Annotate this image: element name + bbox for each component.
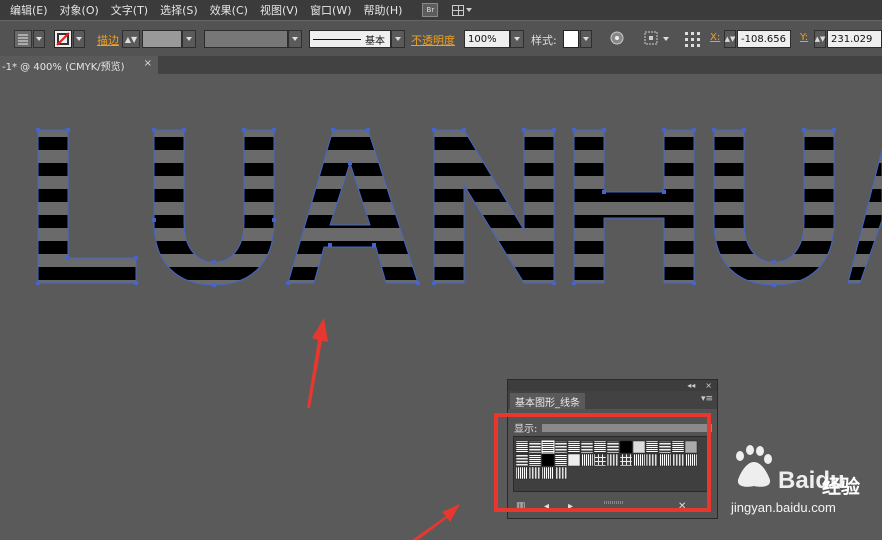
control-bar: 描边 ▲▼ 基本 不透明度 100% 样式: X: ▲▼ -108.656 Y:… xyxy=(0,20,882,58)
reference-point-button[interactable] xyxy=(683,30,703,48)
watermark-url: jingyan.baidu.com xyxy=(730,500,836,515)
artwork-text[interactable] xyxy=(37,129,882,286)
reference-point-icon xyxy=(685,32,700,47)
swatch-library-panel: ◂◂ × 基本图形_线条 ▾≡ 显示: ▥ ◂ ▸ ✕ xyxy=(507,379,718,519)
stroke-dropdown[interactable] xyxy=(73,30,85,48)
align-icon xyxy=(644,31,658,45)
stroke-weight-field[interactable] xyxy=(142,30,182,48)
next-library-icon[interactable]: ▸ xyxy=(568,501,573,512)
panel-footer: ▥ ◂ ▸ ✕ xyxy=(508,496,717,518)
style-label: 样式: xyxy=(531,34,557,47)
panel-header: ◂◂ × xyxy=(508,380,717,391)
stroke-label[interactable]: 描边 xyxy=(97,32,119,48)
annotation-arrow-diagonal xyxy=(412,504,460,540)
x-field[interactable]: -108.656 xyxy=(737,30,791,48)
recolor-artwork-button[interactable] xyxy=(609,30,625,48)
fill-swatch[interactable] xyxy=(14,30,32,48)
brush-definition-dropdown[interactable] xyxy=(391,30,405,48)
y-field[interactable]: 231.029 xyxy=(827,30,882,48)
watermark-subtitle: 经验 xyxy=(822,476,861,498)
recolor-icon xyxy=(610,31,624,45)
x-stepper[interactable]: ▲▼ xyxy=(724,30,736,48)
graphic-style-swatch[interactable] xyxy=(563,30,579,48)
opacity-label[interactable]: 不透明度 xyxy=(411,32,455,48)
opacity-field[interactable]: 100% xyxy=(464,30,510,48)
align-dropdown[interactable] xyxy=(660,30,672,48)
swatch-grid[interactable] xyxy=(513,436,710,492)
no-stroke-icon xyxy=(56,32,70,46)
panel-tab-row: 基本图形_线条 ▾≡ xyxy=(508,391,717,409)
brush-definition-value: 基本 xyxy=(365,35,385,47)
panel-menu-icon[interactable]: ▾≡ xyxy=(701,394,713,404)
stroke-weight-dropdown[interactable] xyxy=(182,30,196,48)
variable-width-field[interactable] xyxy=(204,30,288,48)
stroke-swatch[interactable] xyxy=(54,30,72,48)
menu-object[interactable]: 对象(O) xyxy=(54,2,105,18)
pattern-swatches xyxy=(515,440,698,480)
collapse-panel-icon[interactable]: ◂◂ xyxy=(687,381,695,390)
brush-line-icon xyxy=(313,38,361,40)
annotation-arrow-up xyxy=(307,318,328,408)
y-label[interactable]: Y: xyxy=(800,32,808,43)
panel-tab[interactable]: 基本图形_线条 xyxy=(510,393,585,409)
close-panel-icon[interactable]: × xyxy=(705,381,712,390)
delete-swatch-icon[interactable]: ✕ xyxy=(678,501,686,512)
brush-definition-field[interactable]: 基本 xyxy=(309,30,391,48)
baidu-watermark: Baidu jingyan.baidu.com 经验 xyxy=(728,444,878,520)
document-tab-bar: -1* @ 400% (CMYK/预览) × xyxy=(0,56,882,74)
menu-bar: 编辑(E) 对象(O) 文字(T) 选择(S) 效果(C) 视图(V) 窗口(W… xyxy=(0,0,882,20)
menu-window[interactable]: 窗口(W) xyxy=(304,2,357,18)
menu-type[interactable]: 文字(T) xyxy=(105,2,154,18)
swatch-libraries-menu-icon[interactable]: ▥ xyxy=(516,501,525,512)
y-stepper[interactable]: ▲▼ xyxy=(814,30,826,48)
letter-l xyxy=(37,129,137,284)
close-tab-icon[interactable]: × xyxy=(144,58,152,69)
document-tab-title: -1* @ 400% (CMYK/预览) xyxy=(2,61,125,73)
graphic-style-dropdown[interactable] xyxy=(580,30,592,48)
menu-select[interactable]: 选择(S) xyxy=(154,2,204,18)
menu-view[interactable]: 视图(V) xyxy=(254,2,304,18)
arrange-documents-icon[interactable] xyxy=(452,4,473,16)
bridge-icon[interactable]: Br xyxy=(422,3,439,17)
stroke-weight-stepper[interactable]: ▲▼ xyxy=(122,30,140,48)
align-selection-button[interactable] xyxy=(643,30,659,48)
fill-dropdown[interactable] xyxy=(33,30,45,48)
panel-resize-grip[interactable] xyxy=(604,501,624,504)
opacity-dropdown[interactable] xyxy=(510,30,524,48)
letter-a-2 xyxy=(847,149,882,284)
show-label: 显示: xyxy=(514,424,538,435)
letter-a xyxy=(287,129,419,284)
menu-edit[interactable]: 编辑(E) xyxy=(0,2,54,18)
letter-n xyxy=(433,129,555,284)
show-filter-field[interactable] xyxy=(542,424,712,432)
x-label[interactable]: X: xyxy=(710,32,720,43)
document-tab[interactable]: -1* @ 400% (CMYK/预览) × xyxy=(0,56,158,74)
variable-width-dropdown[interactable] xyxy=(288,30,302,48)
previous-library-icon[interactable]: ◂ xyxy=(544,501,549,512)
menu-effect[interactable]: 效果(C) xyxy=(204,2,254,18)
menu-help[interactable]: 帮助(H) xyxy=(358,2,409,18)
fill-lines-icon xyxy=(18,34,28,45)
letter-h xyxy=(573,129,695,284)
